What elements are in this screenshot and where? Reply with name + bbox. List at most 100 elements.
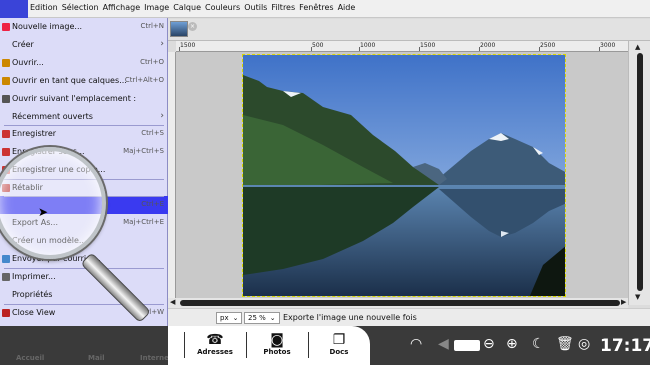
dock-photos-label: Photos <box>263 348 291 356</box>
dock-docs[interactable]: ❐ Docs <box>310 332 368 356</box>
file-menu-item-label: Ouvrir... <box>12 58 44 67</box>
ruler-tick <box>479 47 480 51</box>
file-menu-item-shortcut: Maj+Ctrl+S <box>123 147 164 155</box>
dock-label-hidden-2: Mail <box>88 354 105 362</box>
volume-icon[interactable]: ◀ <box>438 336 449 352</box>
trash-icon[interactable]: 🗑 <box>556 336 574 352</box>
ruler-label: 1500 <box>420 42 436 49</box>
zoom-in-icon[interactable]: ⊕ <box>506 336 518 352</box>
ruler-tick <box>539 47 540 51</box>
file-menu-item[interactable]: Ouvrir... Ctrl+O <box>0 54 168 72</box>
ruler-label: 500 <box>312 42 324 49</box>
menubar: Edition Sélection Affichage Image Calque Coul… <box>0 0 650 18</box>
dock-separator <box>246 332 247 358</box>
dock-separator <box>184 332 185 358</box>
battery-icon <box>454 340 480 351</box>
image-thumbnail-tab[interactable] <box>170 21 188 37</box>
unit-select[interactable]: px ⌄ <box>216 312 242 324</box>
email-icon <box>2 255 10 263</box>
ruler-label: 1500 <box>180 42 196 49</box>
file-menu-item-label: Enregistrer <box>12 129 57 138</box>
horizontal-ruler: 1500 500 1000 1500 2000 2500 3000 <box>176 41 628 52</box>
mouse-pointer-icon: ➤ <box>38 205 49 219</box>
horizontal-scrollbar[interactable]: ◀ ▶ <box>166 298 628 308</box>
zoom-value: 25 % <box>248 314 266 322</box>
dock-label-hidden-1: Accueil <box>16 354 45 362</box>
open-layers-icon <box>2 77 10 85</box>
dock-docs-label: Docs <box>329 348 349 356</box>
ruler-tick <box>359 47 360 51</box>
ruler-label: 3000 <box>600 42 616 49</box>
ruler-tick <box>179 47 180 51</box>
ruler-label: 2000 <box>480 42 496 49</box>
file-menu-item[interactable]: Imprimer... <box>0 268 168 286</box>
help-icon[interactable]: ◎ <box>578 336 590 352</box>
file-menu-item-shortcut: Ctrl+N <box>140 22 164 30</box>
file-menu-item-label: Close View <box>12 308 56 317</box>
status-bar: px ⌄ 25 % ⌄ Exporte l'image une nouvelle… <box>166 308 650 326</box>
menu-5[interactable]: Couleurs <box>205 3 240 12</box>
save-as-icon <box>2 148 10 156</box>
menu-2[interactable]: Affichage <box>103 3 141 12</box>
file-menu-item[interactable]: Ouvrir suivant l'emplacement : <box>0 90 168 108</box>
scroll-left-icon[interactable]: ◀ <box>170 298 175 306</box>
horizontal-scroll-thumb[interactable] <box>180 300 620 306</box>
scroll-right-icon[interactable]: ▶ <box>621 298 626 306</box>
file-menu-item-shortcut: Ctrl+S <box>141 129 164 137</box>
mountain-lake-image <box>243 55 565 296</box>
file-menu-item-label: Créer <box>12 40 34 49</box>
menu-7[interactable]: Filtres <box>271 3 295 12</box>
image-tab-strip: × <box>166 19 650 41</box>
print-icon <box>2 273 10 281</box>
file-menu-item-label: Ouvrir en tant que calques... <box>12 76 127 85</box>
menu-9[interactable]: Aide <box>338 3 356 12</box>
menu-separator <box>4 125 164 126</box>
app-dock: ☎ Adresses ◙ Photos ❐ Docs <box>168 326 370 365</box>
menu-6[interactable]: Outils <box>244 3 267 12</box>
dock-photos[interactable]: ◙ Photos <box>248 332 306 356</box>
moon-icon[interactable]: ☾ <box>532 336 545 352</box>
file-menu-item[interactable]: Nouvelle image... Ctrl+N <box>0 18 168 36</box>
file-menu-item-label: Nouvelle image... <box>12 22 83 31</box>
menubar-items: Edition Sélection Affichage Image Calque Coul… <box>30 3 355 12</box>
ruler-label: 2500 <box>540 42 556 49</box>
menu-8[interactable]: Fenêtres <box>299 3 333 12</box>
file-menu-item[interactable]: Récemment ouverts › <box>0 108 168 126</box>
menu-3[interactable]: Image <box>144 3 169 12</box>
zoom-select[interactable]: 25 % ⌄ <box>244 312 280 324</box>
vertical-scroll-thumb[interactable] <box>637 53 643 291</box>
status-message: Exporte l'image une nouvelle fois <box>283 313 417 322</box>
menu-0[interactable]: Edition <box>30 3 58 12</box>
close-tab-icon[interactable]: × <box>188 22 197 31</box>
canvas-area[interactable] <box>176 52 628 298</box>
file-menu-item[interactable]: Enregistrer Ctrl+S <box>0 125 168 143</box>
file-menu-item-shortcut: Ctrl+Alt+O <box>124 76 164 84</box>
menu-fichier[interactable] <box>0 0 28 18</box>
file-menu-item[interactable]: Créer › <box>0 36 168 54</box>
file-menu-item-label: Récemment ouverts <box>12 112 93 121</box>
documents-icon: ❐ <box>332 332 346 348</box>
menu-1[interactable]: Sélection <box>62 3 99 12</box>
file-menu-item-shortcut: Maj+Ctrl+E <box>123 218 164 226</box>
menu-4[interactable]: Calque <box>173 3 201 12</box>
zoom-out-icon[interactable]: ⊖ <box>483 336 495 352</box>
chevron-down-icon: ⌄ <box>269 314 276 322</box>
contacts-icon: ☎ <box>206 332 224 348</box>
vertical-scrollbar[interactable]: ▲ ▼ <box>628 41 650 305</box>
ruler-tick <box>419 47 420 51</box>
clock: 17:17 <box>600 336 650 356</box>
unit-value: px <box>220 314 229 322</box>
new-image-icon <box>2 23 10 31</box>
file-menu-item[interactable]: Ouvrir en tant que calques... Ctrl+Alt+O <box>0 72 168 90</box>
wifi-icon[interactable]: ◠ <box>410 336 422 352</box>
scroll-up-icon[interactable]: ▲ <box>635 43 640 51</box>
submenu-arrow-icon: › <box>160 111 164 121</box>
dock-adresses[interactable]: ☎ Adresses <box>186 332 244 356</box>
file-menu-item-label: Ouvrir suivant l'emplacement : <box>12 94 137 103</box>
ruler-tick <box>599 47 600 51</box>
close-view-icon <box>2 309 10 317</box>
image-canvas-photo[interactable] <box>242 54 566 297</box>
scroll-down-icon[interactable]: ▼ <box>635 293 640 301</box>
submenu-arrow-icon: › <box>160 39 164 49</box>
file-menu-item[interactable]: Propriétés <box>0 286 168 304</box>
